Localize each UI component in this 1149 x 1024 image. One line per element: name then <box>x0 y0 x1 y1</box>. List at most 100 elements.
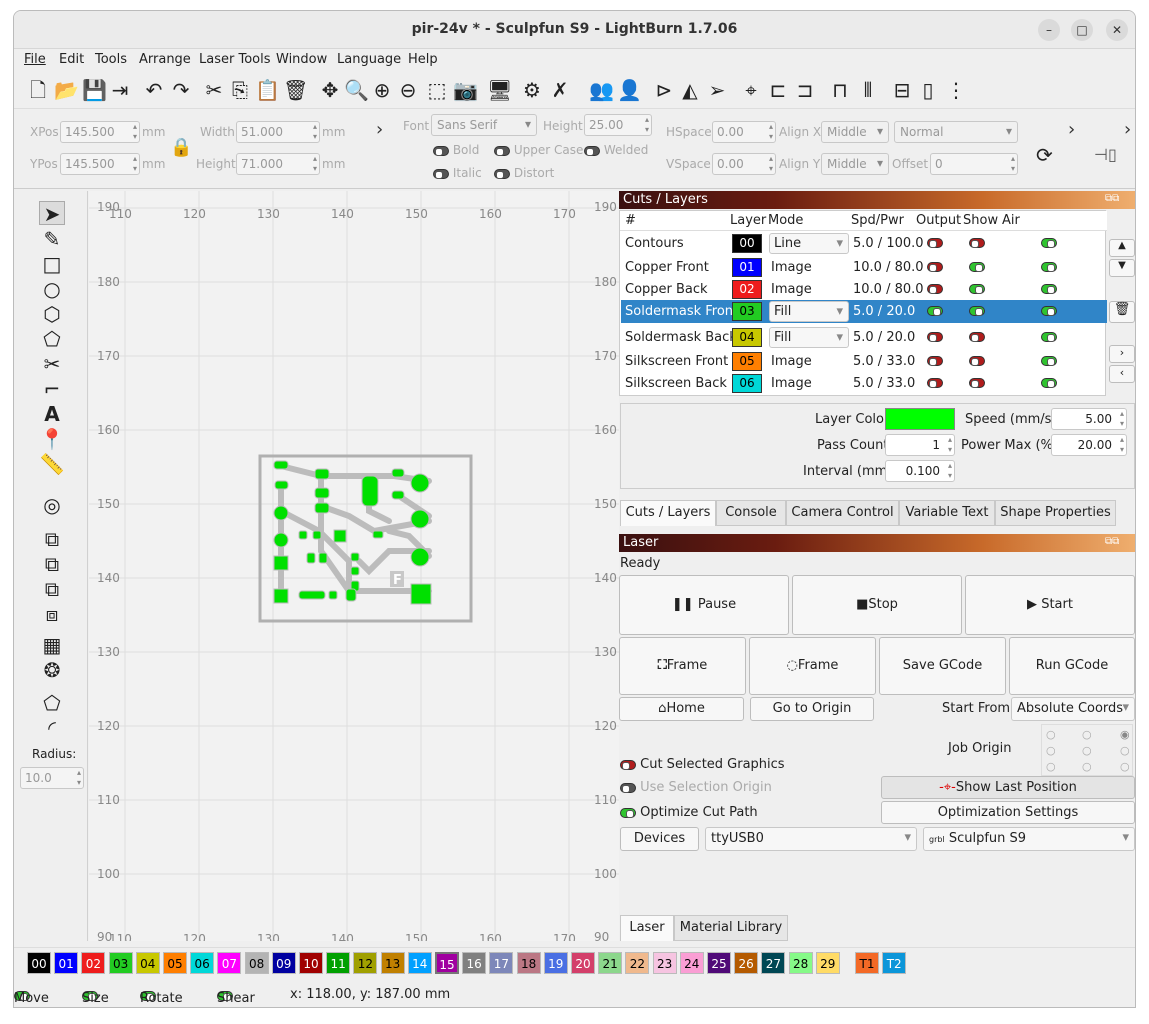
tab-camera-control[interactable]: Camera Control <box>786 500 899 526</box>
monitor-icon[interactable]: 🖥 <box>487 77 512 103</box>
distribute-v-icon[interactable]: ▯ <box>916 77 940 103</box>
palette-color-14[interactable]: 14 <box>407 952 432 974</box>
palette-color-20[interactable]: 20 <box>571 952 595 974</box>
menu-laser-tools[interactable]: Laser Tools <box>199 52 270 67</box>
zoom-out-icon[interactable]: ⊖ <box>396 77 420 103</box>
layer-show-toggle[interactable] <box>969 378 985 388</box>
flip-horizontal-icon[interactable]: ⊳ <box>652 77 676 103</box>
palette-color-01[interactable]: 01 <box>54 952 79 974</box>
weld-icon[interactable]: ⧈ <box>39 602 65 626</box>
italic-toggle[interactable]: Italic <box>433 166 482 180</box>
close-path-icon[interactable]: ⬠ <box>39 691 65 715</box>
xpos-input[interactable]: 145.500 <box>60 121 140 143</box>
use-selection-origin-toggle[interactable]: Use Selection Origin <box>620 780 772 795</box>
palette-color-06[interactable]: 06 <box>190 952 215 974</box>
refresh-icon[interactable]: ⟳ <box>1036 143 1053 167</box>
redo-icon[interactable]: ↷ <box>169 77 193 103</box>
paste-icon[interactable]: 📋 <box>255 77 280 103</box>
layer-show-toggle[interactable] <box>969 262 985 272</box>
rectangle-icon[interactable]: □ <box>39 252 65 276</box>
welded-toggle[interactable]: Welded <box>584 143 648 157</box>
tab-shape-properties[interactable]: Shape Properties <box>995 500 1116 526</box>
target-icon[interactable]: ⌖ <box>739 77 763 103</box>
origin-radio[interactable]: ○ <box>1046 728 1056 741</box>
layer-row[interactable]: Copper Back 02 Image 10.0 / 80.0 <box>621 278 1107 301</box>
menu-edit[interactable]: Edit <box>59 52 84 67</box>
boolean-subtract-icon[interactable]: ⧉ <box>39 552 65 576</box>
close-button[interactable]: ✕ <box>1106 19 1128 41</box>
palette-color-10[interactable]: 10 <box>299 952 323 974</box>
pause-button[interactable]: ❚❚ Pause <box>619 575 789 635</box>
scissors-icon[interactable]: ✂ <box>39 352 65 376</box>
palette-color-11[interactable]: 11 <box>326 952 351 974</box>
run-gcode-button[interactable]: Run GCode <box>1009 637 1135 695</box>
palette-color-21[interactable]: 21 <box>598 952 623 974</box>
offset-input[interactable]: 0 <box>930 153 1018 175</box>
pen-icon[interactable]: ✎ <box>39 227 65 251</box>
new-file-icon[interactable]: 🗋 <box>26 77 50 103</box>
palette-color-24[interactable]: 24 <box>679 952 704 974</box>
palette-color-T2[interactable]: T2 <box>882 952 907 974</box>
align-left-icon[interactable]: ⊏ <box>766 77 790 103</box>
align-right-icon[interactable]: ⊐ <box>793 77 817 103</box>
frame-circle-button[interactable]: ◌Frame <box>749 637 876 695</box>
palette-color-23[interactable]: 23 <box>652 952 677 974</box>
boolean-intersect-icon[interactable]: ⧉ <box>39 577 65 601</box>
layer-show-toggle[interactable] <box>969 332 985 342</box>
dock-float-icon[interactable]: ⧉⧉ <box>1105 536 1119 547</box>
origin-radio[interactable]: ○ <box>1082 728 1092 741</box>
layer-mode-select[interactable]: Line <box>769 233 849 254</box>
layer-mode-select[interactable]: Fill <box>769 301 849 322</box>
interval-input[interactable]: 0.100 <box>885 460 955 482</box>
origin-radio[interactable]: ○ <box>1046 760 1056 773</box>
cut-selected-toggle[interactable]: Cut Selected Graphics <box>620 757 785 772</box>
chevron-left-icon[interactable]: ‹ <box>1109 365 1135 383</box>
move-layer-down-button[interactable]: ▼ <box>1109 259 1135 277</box>
power-max-input[interactable]: 20.00 <box>1051 434 1127 456</box>
origin-radio-selected[interactable]: ◉ <box>1120 728 1130 741</box>
menu-file[interactable]: File <box>24 52 46 67</box>
menu-tools[interactable]: Tools <box>95 52 127 67</box>
pass-count-input[interactable]: 1 <box>885 434 955 456</box>
font-height-input[interactable]: 25.00 <box>584 114 652 136</box>
layer-air-toggle[interactable] <box>1041 306 1057 316</box>
lock-icon[interactable]: 🔒 <box>170 137 192 158</box>
layer-output-toggle[interactable] <box>927 238 943 248</box>
palette-color-18[interactable]: 18 <box>516 952 541 974</box>
origin-radio[interactable]: ○ <box>1046 744 1056 757</box>
origin-radio[interactable]: ○ <box>1082 760 1092 773</box>
maximize-button[interactable]: □ <box>1071 19 1093 41</box>
palette-color-27[interactable]: 27 <box>761 952 786 974</box>
chevron-right-icon[interactable]: › <box>376 119 383 140</box>
polygon-icon[interactable]: ⬡ <box>39 302 65 326</box>
layer-row[interactable]: Silkscreen Back 06 Image 5.0 / 33.0 <box>621 372 1107 395</box>
radius-input[interactable]: 10.0 <box>20 767 84 789</box>
tab-material-library[interactable]: Material Library <box>674 915 788 941</box>
layer-air-toggle[interactable] <box>1041 378 1057 388</box>
speed-input[interactable]: 5.00 <box>1051 408 1127 430</box>
layer-row[interactable]: Soldermask Front03 Fill 5.0 / 20.0 <box>621 300 1107 323</box>
layer-swatch[interactable]: 03 <box>732 302 762 321</box>
menu-language[interactable]: Language <box>337 52 401 67</box>
show-last-position-button[interactable]: -⌖-Show Last Position <box>881 776 1135 799</box>
open-folder-icon[interactable]: 📂 <box>54 77 79 103</box>
menu-arrange[interactable]: Arrange <box>139 52 191 67</box>
position-pin-icon[interactable]: 📍 <box>39 427 65 451</box>
save-icon[interactable]: 💾 <box>82 77 107 103</box>
undo-icon[interactable]: ↶ <box>142 77 166 103</box>
palette-color-05[interactable]: 05 <box>163 952 187 974</box>
import-icon[interactable]: ⇥ <box>108 77 132 103</box>
layer-swatch[interactable]: 04 <box>732 328 762 347</box>
palette-color-00[interactable]: 00 <box>27 952 51 974</box>
palette-color-07[interactable]: 07 <box>217 952 242 974</box>
origin-radio[interactable]: ○ <box>1120 760 1130 773</box>
tab-laser[interactable]: Laser <box>620 915 674 941</box>
text-tool-icon[interactable]: A <box>39 402 65 426</box>
chevron-right-icon[interactable]: › <box>1068 119 1075 140</box>
fillet-icon[interactable]: ◜ <box>39 716 65 740</box>
dock-float-icon[interactable]: ⧉⧉ <box>1105 193 1119 204</box>
offset-shapes-icon[interactable]: ◎ <box>39 493 65 517</box>
origin-radio[interactable]: ○ <box>1120 744 1130 757</box>
devices-button[interactable]: Devices <box>620 827 699 851</box>
palette-color-26[interactable]: 26 <box>734 952 759 974</box>
